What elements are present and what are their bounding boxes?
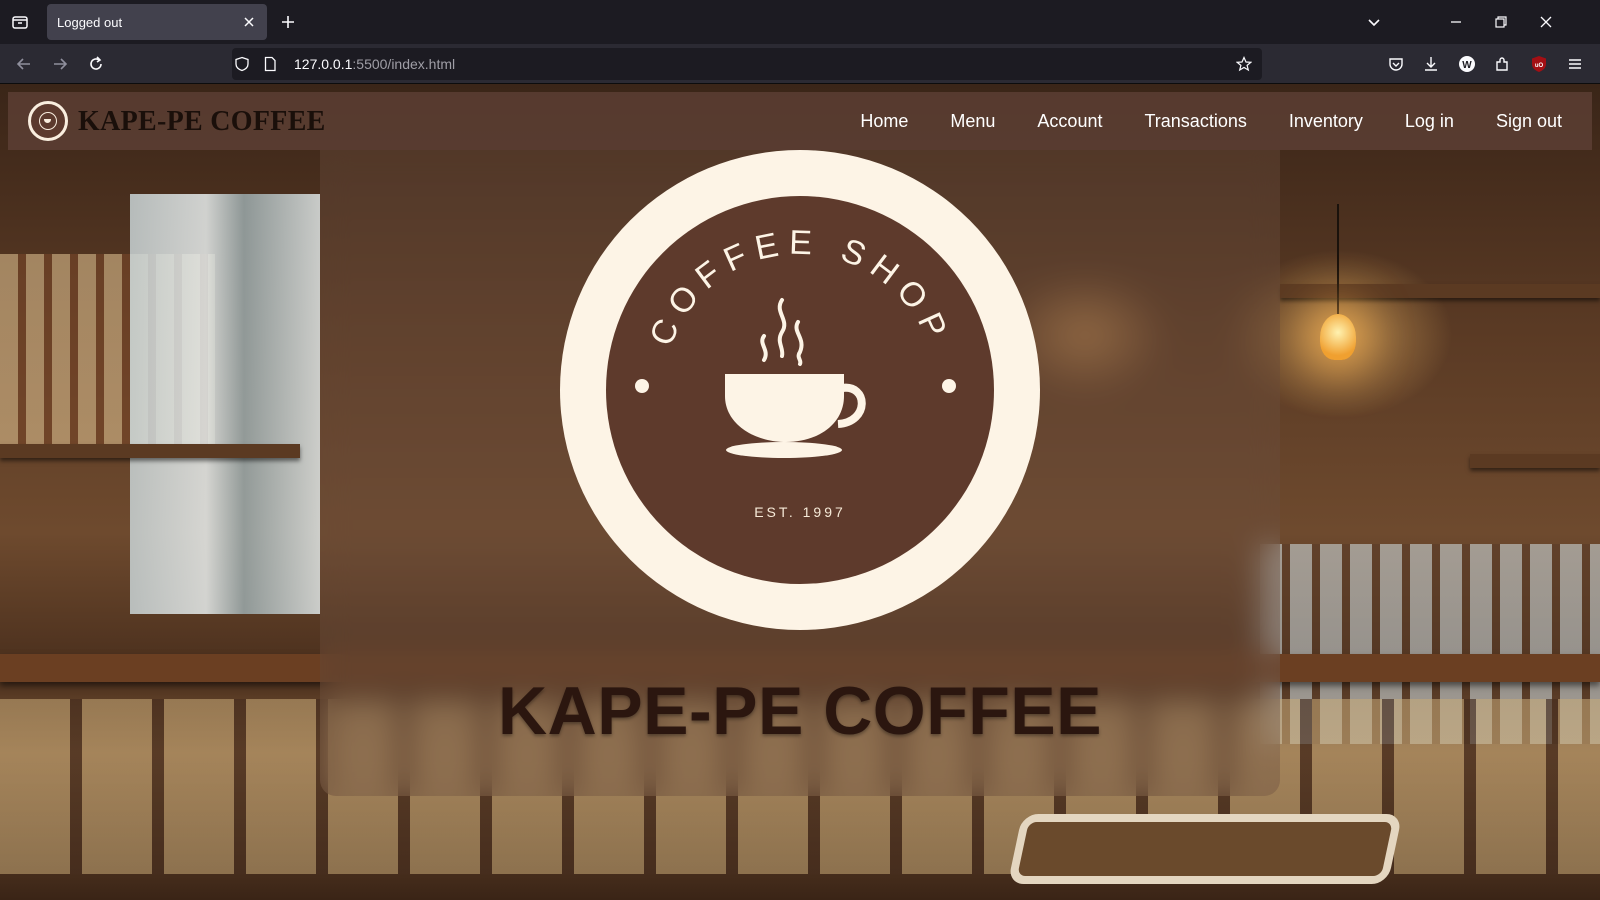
background-tray <box>1007 814 1403 884</box>
reload-icon[interactable] <box>86 54 106 74</box>
chevron-down-icon[interactable] <box>1364 12 1384 32</box>
background-shelf <box>0 444 300 458</box>
tab-title: Logged out <box>57 14 123 30</box>
ublock-icon[interactable]: uO <box>1529 54 1549 74</box>
svg-text:W: W <box>1462 60 1472 71</box>
nav-inventory-link[interactable]: Inventory <box>1289 111 1363 132</box>
menu-hamburger-icon[interactable] <box>1565 54 1585 74</box>
svg-text:uO: uO <box>1535 63 1544 69</box>
site-nav: Home Menu Account Transactions Inventory… <box>818 92 1562 150</box>
bookmark-star-icon[interactable] <box>1236 56 1252 72</box>
browser-tab[interactable]: Logged out <box>47 4 267 40</box>
logo-inner-circle: COFFEE SHOP EST. 1997 <box>606 196 994 584</box>
w-extension-icon[interactable]: W <box>1457 54 1477 74</box>
logo-graphic: COFFEE SHOP <box>635 224 957 458</box>
brand-logo-icon[interactable] <box>28 101 68 141</box>
nav-signout-link[interactable]: Sign out <box>1496 111 1562 132</box>
tab-list-icon[interactable] <box>0 0 40 44</box>
background-window <box>130 194 320 614</box>
logo-dot-right <box>942 379 956 393</box>
logo-arc-text: COFFEE SHOP <box>642 224 957 352</box>
background-shelf <box>1470 454 1600 468</box>
url-bar[interactable]: 127.0.0.1:5500/index.html <box>232 48 1262 80</box>
close-window-icon[interactable] <box>1536 12 1556 32</box>
pocket-icon[interactable] <box>1386 54 1406 74</box>
nav-menu-link[interactable]: Menu <box>950 111 995 132</box>
steam-icon <box>760 298 804 366</box>
minimize-icon[interactable] <box>1446 12 1466 32</box>
background-lamp-cable <box>1337 204 1339 314</box>
coffee-shop-logo: COFFEE SHOP EST. 1997 <box>560 150 1040 630</box>
site-header: KAPE-PE COFFEE Home Menu Account Transac… <box>8 92 1592 150</box>
shield-icon[interactable] <box>234 56 250 72</box>
browser-toolbar: 127.0.0.1:5500/index.html W uO <box>0 44 1600 84</box>
extensions-puzzle-icon[interactable] <box>1493 54 1513 74</box>
close-tab-icon[interactable] <box>241 14 257 30</box>
forward-icon[interactable] <box>50 54 70 74</box>
brand-name[interactable]: KAPE-PE COFFEE <box>78 106 326 138</box>
restore-icon[interactable] <box>1491 12 1511 32</box>
url-text[interactable]: 127.0.0.1:5500/index.html <box>294 56 455 72</box>
nav-login-link[interactable]: Log in <box>1405 111 1454 132</box>
background-shelf <box>1280 284 1600 298</box>
page-viewport: KAPE-PE COFFEE Home Menu Account Transac… <box>0 84 1600 900</box>
browser-tab-bar: Logged out <box>0 0 1600 44</box>
back-icon[interactable] <box>14 54 34 74</box>
nav-transactions-link[interactable]: Transactions <box>1144 111 1246 132</box>
nav-account-link[interactable]: Account <box>1037 111 1102 132</box>
download-icon[interactable] <box>1421 54 1441 74</box>
background-light-bulb <box>1320 314 1356 360</box>
logo-dot-left <box>635 379 649 393</box>
logo-established-text: EST. 1997 <box>754 504 846 520</box>
coffee-cup-icon <box>725 374 866 458</box>
nav-home-link[interactable]: Home <box>860 111 908 132</box>
new-tab-icon[interactable] <box>278 12 298 32</box>
page-icon <box>264 56 276 72</box>
hero-title: KAPE-PE COFFEE <box>498 673 1102 749</box>
